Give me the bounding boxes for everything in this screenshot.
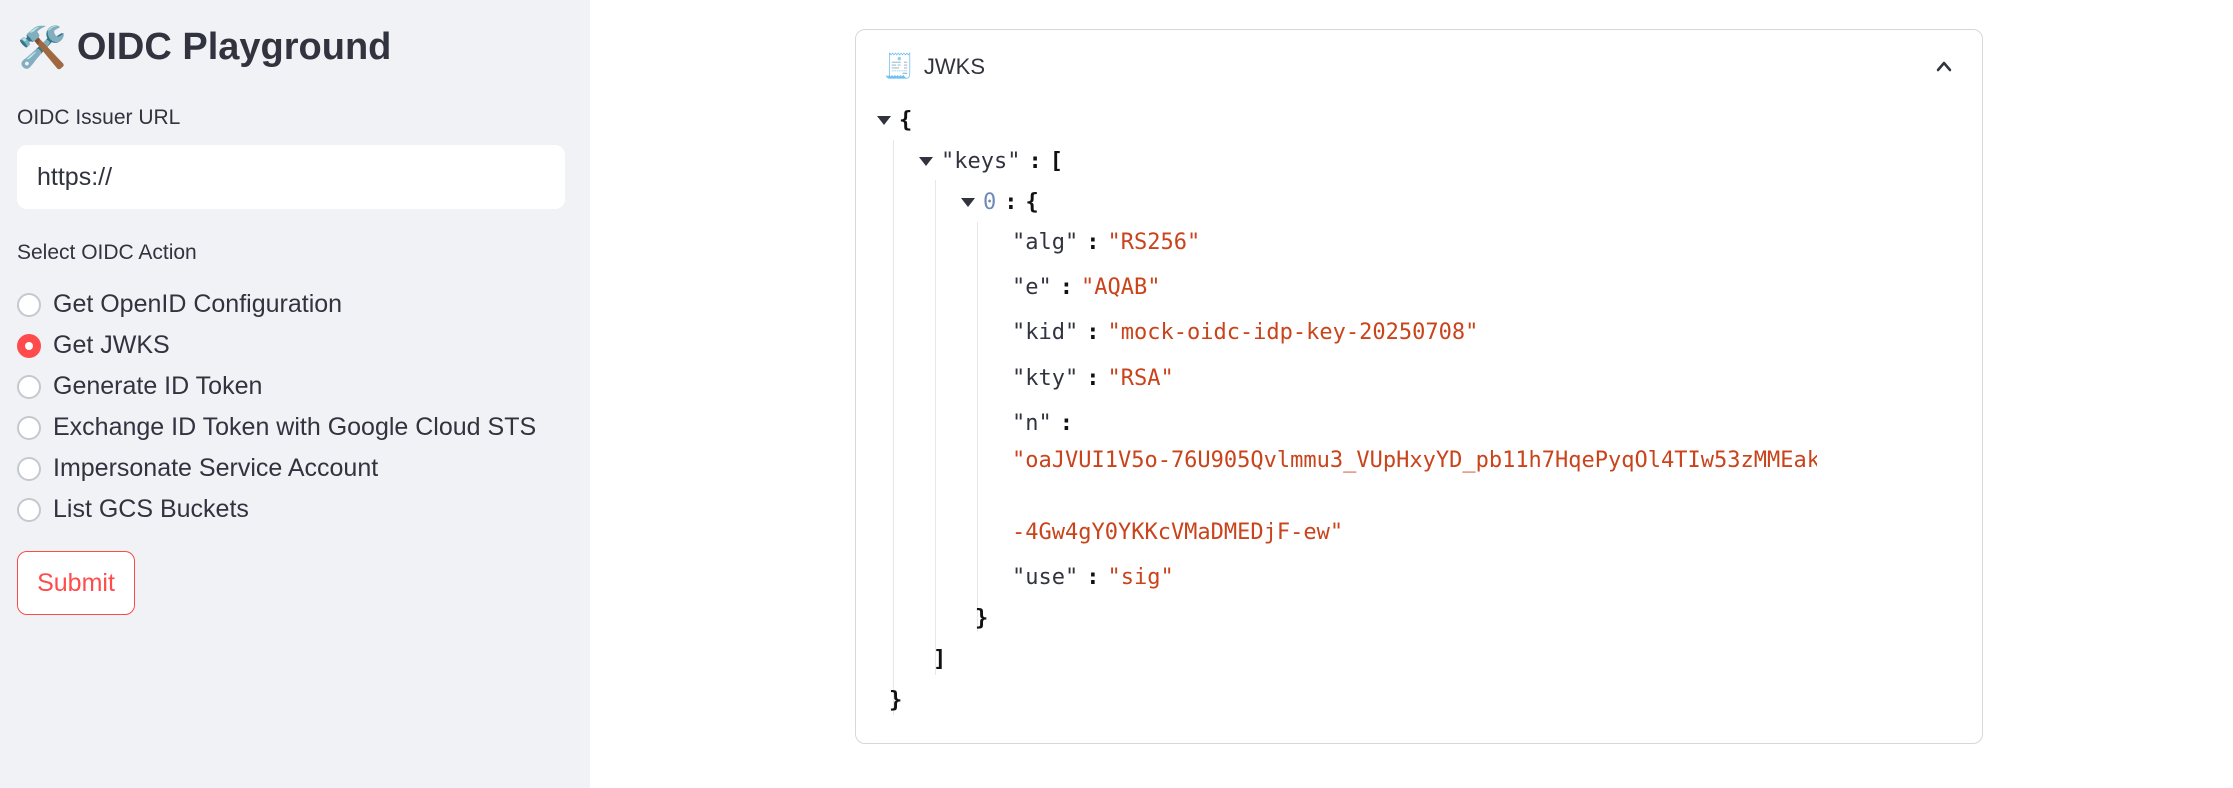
collapse-toggle-icon[interactable] (877, 116, 891, 125)
radio-button-icon[interactable] (17, 497, 41, 522)
json-kty-line: "kty" : "RSA" (1012, 366, 1174, 391)
submit-button[interactable]: Submit (17, 551, 135, 615)
json-n-value-line2: -4Gw4gY0YKKcVMaDMEDjF-ew" (1012, 520, 1344, 545)
issuer-url-label: OIDC Issuer URL (17, 106, 181, 129)
app-title-text: OIDC Playground (76, 26, 392, 68)
action-label: Select OIDC Action (17, 241, 197, 264)
json-keys-line: "keys" : [ (919, 149, 1063, 174)
radio-button-icon[interactable] (17, 456, 41, 481)
json-n-line: "n" : (1012, 411, 1073, 436)
json-inner-close: } (975, 606, 989, 631)
radio-label: Impersonate Service Account (53, 454, 379, 482)
json-e-line: "e" : "AQAB" (1012, 275, 1161, 300)
radio-button-selected-icon[interactable] (17, 333, 41, 358)
json-alg-line: "alg" : "RS256" (1012, 230, 1201, 255)
indent-guide (935, 180, 936, 675)
collapse-toggle-icon[interactable] (919, 157, 933, 166)
collapse-toggle-icon[interactable] (961, 198, 975, 207)
radio-label: List GCS Buckets (53, 495, 249, 523)
radio-label: Generate ID Token (53, 372, 263, 400)
radio-impersonate-service-account[interactable]: Impersonate Service Account (17, 448, 536, 489)
indent-guide (893, 140, 894, 715)
sidebar: 🛠️ OIDC Playground OIDC Issuer URL Selec… (0, 0, 590, 788)
radio-button-icon[interactable] (17, 415, 41, 440)
radio-label: Get OpenID Configuration (53, 290, 343, 318)
radio-get-openid-configuration[interactable]: Get OpenID Configuration (17, 284, 536, 325)
radio-get-jwks[interactable]: Get JWKS (17, 325, 536, 366)
json-bracket-close: ] (933, 647, 947, 672)
json-n-value-line1: "oaJVUI1V5o-76U905Qvlmmu3_VUpHxyYD_pb11h… (1012, 448, 1817, 473)
json-index-line: 0 : { (961, 190, 1039, 215)
tools-icon: 🛠️ (17, 26, 67, 70)
indent-guide (977, 222, 978, 632)
radio-button-icon[interactable] (17, 374, 41, 399)
issuer-url-input[interactable] (17, 145, 565, 209)
json-use-line: "use" : "sig" (1012, 565, 1174, 590)
radio-button-icon[interactable] (17, 292, 41, 317)
radio-generate-id-token[interactable]: Generate ID Token (17, 366, 536, 407)
app-title: 🛠️ OIDC Playground (17, 24, 391, 71)
radio-list-gcs-buckets[interactable]: List GCS Buckets (17, 489, 536, 530)
radio-label: Get JWKS (53, 331, 170, 359)
json-root-open: { (877, 108, 912, 133)
json-root-close: } (889, 688, 903, 713)
radio-exchange-id-token[interactable]: Exchange ID Token with Google Cloud STS (17, 407, 536, 448)
action-radio-group: Get OpenID Configuration Get JWKS Genera… (17, 284, 536, 530)
radio-label: Exchange ID Token with Google Cloud STS (53, 413, 537, 441)
jwks-expander: 🧾 JWKS { "keys" : [ 0 : { "alg" : "RS256… (855, 29, 1983, 744)
json-kid-line: "kid" : "mock-oidc-idp-key-20250708" (1012, 320, 1479, 345)
json-viewer: { "keys" : [ 0 : { "alg" : "RS256" "e" :… (856, 30, 1982, 743)
